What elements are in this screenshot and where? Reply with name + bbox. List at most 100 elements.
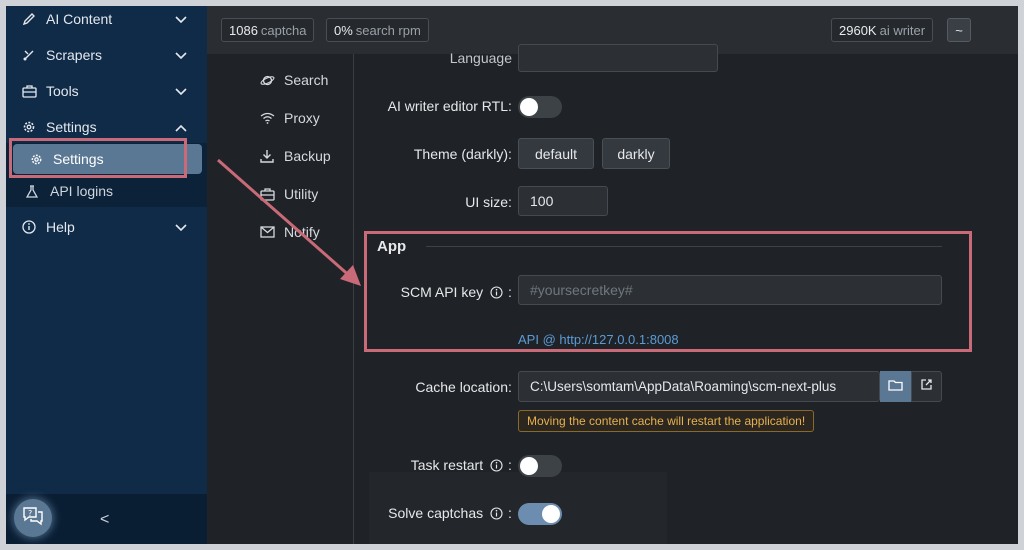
sidebar-item-label: Help [46,219,75,235]
ui-size-label: UI size [465,194,508,210]
search-rpm-counter: 0% search rpm [326,18,429,42]
ai-writer-counter: 2960K ai writer [831,18,934,42]
solve-captchas-toggle[interactable] [518,503,562,525]
svg-text:?: ? [28,509,32,518]
api-key-input[interactable]: #yoursecretkey# [518,275,942,305]
api-key-label-text: SCM API key [400,284,484,300]
chevron-down-icon[interactable] [175,47,187,63]
captcha-count: 1086 [229,22,258,38]
flask-icon [26,184,38,198]
cache-colon: : [508,379,512,395]
sidebar-item-label: AI Content [46,11,113,27]
sidebar-subitem-label: Settings [53,151,104,167]
sidebar-item-label: Settings [46,119,97,135]
search-rpm-count: 0% [334,22,353,38]
app-window: AI Content Scrapers Tools Settings Setti… [6,6,1018,544]
sidebar-item-label: Tools [46,83,79,99]
planet-icon [258,73,276,88]
top-menu-button[interactable]: ~ [947,18,971,42]
subnav-item-utility[interactable]: Utility [258,182,318,206]
sidebar: AI Content Scrapers Tools Settings Setti… [6,6,207,544]
chevron-down-icon[interactable] [175,11,187,27]
toolbox-icon [258,187,276,201]
cache-warning-badge: Moving the content cache will restart th… [518,410,815,432]
subnav-label: Proxy [284,110,320,126]
sidebar-subitem-settings[interactable]: Settings [13,144,202,174]
envelope-icon [258,226,276,238]
toolbox-icon [19,84,39,98]
folder-icon [888,378,903,396]
app-section-title: App [377,238,407,255]
sidebar-subitem-api-logins[interactable]: API logins [6,176,207,206]
sidebar-item-ai-content[interactable]: AI Content [6,6,207,36]
solve-captchas-label: Solve captchas [388,505,503,521]
browse-folder-button[interactable] [880,371,911,402]
language-select[interactable] [518,44,718,72]
toggle-knob [520,98,538,116]
open-folder-button[interactable] [911,371,942,402]
subnav-label: Backup [284,148,331,164]
external-link-icon [920,378,933,396]
support-chat-button[interactable]: ? [14,499,52,537]
toggle-knob [542,505,560,523]
theme-default-button[interactable]: default [518,138,594,169]
cache-location-label: Cache location [415,379,508,395]
rtl-label: AI writer editor RTL [387,98,508,114]
subnav-item-search[interactable]: Search [258,68,328,92]
sidebar-item-label: Scrapers [46,47,103,63]
chevron-down-icon[interactable] [175,219,187,235]
gear-icon [19,120,39,134]
chevron-up-icon[interactable] [175,119,187,135]
scraper-icon [19,48,39,62]
subnav-item-backup[interactable]: Backup [258,144,331,168]
download-icon [258,149,276,163]
subnav-item-proxy[interactable]: Proxy [258,106,320,130]
task-restart-toggle[interactable] [518,455,562,477]
gear-icon [30,153,43,166]
ui-size-input[interactable]: 100 [518,186,608,216]
sidebar-item-tools[interactable]: Tools [6,74,207,108]
chevron-down-icon[interactable] [175,83,187,99]
sidebar-item-scrapers[interactable]: Scrapers [6,38,207,72]
task-restart-label-text: Task restart [410,457,484,473]
captcha-label: captcha [260,22,307,38]
theme-darkly-button[interactable]: darkly [602,138,670,169]
subnav-label: Search [284,72,329,88]
chat-icon: ? [22,506,44,531]
chevron-left-icon: < [100,511,110,528]
theme-label: Theme (darkly) [413,146,508,162]
language-label: Language [449,50,512,66]
info-icon[interactable] [490,507,503,520]
info-icon[interactable] [490,286,503,299]
api-key-colon: : [508,284,512,300]
wifi-icon [258,112,276,124]
theme-colon: : [508,146,512,162]
info-icon[interactable] [490,459,503,472]
collapse-sidebar-button[interactable]: < [100,511,109,529]
subnav-label: Utility [284,186,319,202]
ai-writer-label: ai writer [879,22,926,38]
search-rpm-label: search rpm [355,22,421,38]
captcha-counter: 1086 captcha [221,18,315,42]
sidebar-subitem-label: API logins [50,183,114,199]
rtl-colon: : [508,98,512,114]
subnav-label: Notify [284,224,320,240]
sidebar-item-help[interactable]: Help [6,210,207,244]
rtl-toggle[interactable] [518,96,562,118]
solve-captchas-label-text: Solve captchas [388,505,484,521]
cache-location-input[interactable]: C:\Users\somtam\AppData\Roaming\scm-next… [518,371,880,402]
api-key-label: SCM API key [401,284,503,300]
task-restart-label: Task restart [411,457,503,473]
ui-size-colon: : [508,194,512,210]
help-icon [19,220,39,234]
solve-captchas-colon: : [508,505,512,521]
pencil-icon [19,12,39,26]
task-restart-colon: : [508,457,512,473]
sidebar-item-settings[interactable]: Settings [6,110,207,144]
toggle-knob [520,457,538,475]
subnav-item-notify[interactable]: Notify [258,220,320,244]
api-url-link[interactable]: API @ http://127.0.0.1:8008 [518,332,679,347]
subnav-divider [353,54,354,544]
section-divider [426,246,942,247]
ai-writer-count: 2960K [839,22,877,38]
